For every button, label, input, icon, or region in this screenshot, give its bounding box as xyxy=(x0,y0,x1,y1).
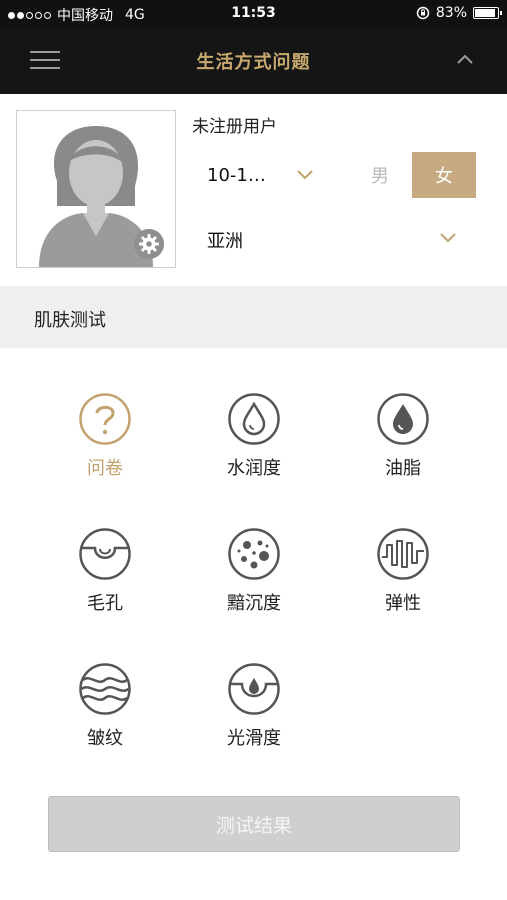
test-label: 水润度 xyxy=(227,458,281,479)
user-name: 未注册用户 xyxy=(192,117,277,137)
test-pores[interactable]: 毛孔 xyxy=(35,527,175,647)
region-value: 亚洲 xyxy=(207,231,243,252)
test-label: 毛孔 xyxy=(87,593,123,614)
age-select[interactable]: 10-1… xyxy=(192,152,332,198)
test-label: 光滑度 xyxy=(227,728,281,749)
battery-percent: 83% xyxy=(435,5,467,21)
section-header: 肌肤测试 xyxy=(0,286,507,348)
gender-female-button[interactable]: 女 xyxy=(412,152,476,198)
chevron-up-icon[interactable] xyxy=(455,50,475,70)
question-icon xyxy=(79,393,131,445)
chevron-down-icon xyxy=(297,170,313,180)
battery-icon xyxy=(473,7,502,19)
page-title: 生活方式问题 xyxy=(196,52,311,73)
orientation-lock-icon xyxy=(416,6,430,20)
test-label: 弹性 xyxy=(385,593,421,614)
test-dullness[interactable]: 黯沉度 xyxy=(184,527,324,647)
test-label: 油脂 xyxy=(385,458,421,479)
test-hydration[interactable]: 水润度 xyxy=(184,392,324,512)
test-elasticity[interactable]: 弹性 xyxy=(333,527,473,647)
test-wrinkles[interactable]: 皱纹 xyxy=(35,662,175,782)
water-drop-outline-icon xyxy=(228,393,280,445)
wrinkle-icon xyxy=(79,663,131,715)
region-select[interactable]: 亚洲 xyxy=(192,215,472,261)
test-smoothness[interactable]: 光滑度 xyxy=(184,662,324,782)
elasticity-wave-icon xyxy=(377,528,429,580)
status-right: 83% xyxy=(416,5,502,21)
test-label: 皱纹 xyxy=(87,728,123,749)
section-title: 肌肤测试 xyxy=(34,310,106,331)
gear-icon[interactable] xyxy=(134,229,164,259)
dull-spots-icon xyxy=(228,528,280,580)
test-questionnaire[interactable]: 问卷 xyxy=(35,392,175,512)
chevron-down-icon xyxy=(440,233,456,243)
test-result-button[interactable]: 测试结果 xyxy=(48,796,460,852)
oil-drop-icon xyxy=(377,393,429,445)
gender-male-button[interactable]: 男 xyxy=(348,152,412,198)
nav-bar: 生活方式问题 xyxy=(0,28,507,94)
gender-toggle: 男 女 xyxy=(348,152,476,198)
smoothness-icon xyxy=(228,663,280,715)
pore-icon xyxy=(79,528,131,580)
status-bar: 中国移动 4G 11:53 83% xyxy=(0,0,507,28)
test-oil[interactable]: 油脂 xyxy=(333,392,473,512)
test-label: 问卷 xyxy=(87,458,123,479)
age-value: 10-1… xyxy=(207,164,266,186)
test-label: 黯沉度 xyxy=(227,593,281,614)
